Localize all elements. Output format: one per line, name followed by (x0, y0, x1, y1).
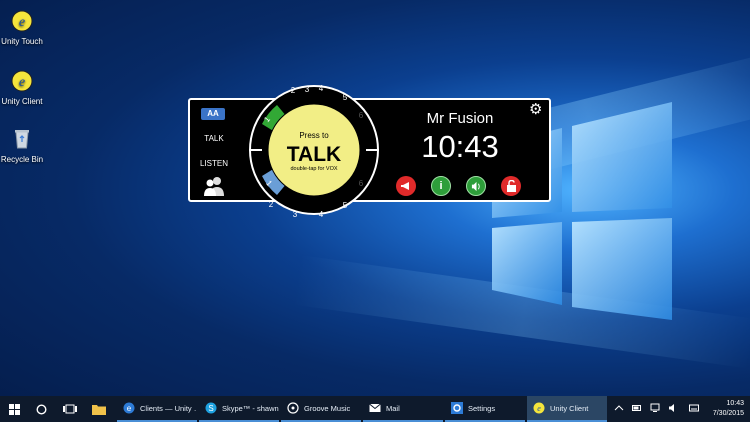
desktop-icon-recycle-bin[interactable]: Recycle Bin (0, 126, 52, 164)
gear-icon[interactable]: ⚙ (529, 102, 545, 118)
taskbar-item-skype[interactable]: S Skype™ - shawn… (199, 396, 279, 422)
widget-left-panel: AA TALK LISTEN (192, 104, 236, 200)
svg-text:e: e (537, 404, 541, 413)
taskbar-clock[interactable]: 10:43 7/30/2015 (713, 399, 744, 419)
vox-hint-label: double-tap for VOX (290, 166, 337, 172)
users-icon[interactable] (202, 176, 226, 196)
unity-client-icon: e (533, 402, 545, 414)
speaker-icon[interactable] (668, 403, 678, 413)
taskbar-clock-date: 7/30/2015 (712, 410, 744, 417)
channel-bottom-2[interactable]: 2 (269, 200, 274, 209)
network-icon[interactable] (650, 403, 660, 413)
taskbar-clock-time: 10:43 (726, 400, 744, 407)
channel-bottom-4[interactable]: 4 (319, 210, 324, 219)
widget-right-panel: Mr Fusion 10:43 ⚙ i (380, 102, 550, 200)
font-size-button[interactable]: AA (201, 108, 225, 120)
task-view-icon[interactable] (63, 404, 77, 414)
svg-text:e: e (127, 404, 132, 413)
font-size-label: AA (207, 109, 219, 118)
megaphone-icon[interactable] (396, 176, 416, 196)
svg-text:e: e (19, 15, 25, 30)
press-to-label: Press to (299, 131, 329, 140)
edge-icon: e (123, 402, 135, 414)
settings-icon (451, 402, 463, 414)
recycle-bin-icon (15, 130, 29, 149)
taskbar-item-label: Unity Client (550, 403, 589, 413)
taskbar-item-label: Groove Music (304, 403, 351, 413)
desktop-icon-label: Unity Touch (1, 37, 43, 46)
channel-bottom-5[interactable]: 5 (343, 201, 348, 210)
mail-icon (369, 403, 381, 412)
battery-icon[interactable] (632, 403, 642, 413)
listen-label[interactable]: LISTEN (192, 159, 236, 168)
taskbar-item-label: Clients — Unity … (140, 403, 197, 413)
channel-bottom-6[interactable]: 6 (359, 179, 364, 188)
desktop-icon-label: Recycle Bin (0, 155, 44, 164)
volume-icon[interactable] (466, 176, 486, 196)
taskbar-item-mail[interactable]: Mail (363, 396, 443, 422)
start-icon[interactable] (9, 404, 20, 415)
file-explorer-icon[interactable] (92, 403, 106, 415)
svg-text:e: e (19, 75, 25, 90)
talk-big-label: TALK (287, 143, 341, 166)
talk-label[interactable]: TALK (192, 134, 236, 143)
unity-touch-icon: e (11, 10, 33, 32)
info-icon[interactable]: i (431, 176, 451, 196)
unlock-icon[interactable] (501, 176, 521, 196)
taskbar-item-label: Skype™ - shawn… (222, 403, 279, 413)
taskbar-item-label: Settings (468, 403, 496, 413)
desktop-icon-unity-touch[interactable]: e Unity Touch (0, 8, 52, 46)
clock-display: 10:43 (421, 129, 499, 164)
taskbar-item-unity-client[interactable]: e Unity Client (527, 396, 607, 422)
desktop-icon-unity-client[interactable]: e Unity Client (0, 68, 52, 106)
channel-top-3-visible[interactable]: 3 (305, 85, 310, 94)
unity-client-icon: e (11, 70, 33, 92)
talk-dial: 1 2 4 5 6 1 2 3 4 5 6 3 3 Press to TALK … (249, 84, 379, 219)
channel-top-5[interactable]: 5 (343, 93, 348, 102)
taskbar-item-edge[interactable]: e Clients — Unity … (117, 396, 197, 422)
taskbar-item-groove[interactable]: Groove Music (281, 396, 361, 422)
taskbar-item-settings[interactable]: Settings (445, 396, 525, 422)
channel-bottom-3[interactable]: 3 (293, 210, 298, 219)
svg-text:S: S (208, 404, 213, 413)
channel-top-6[interactable]: 6 (359, 111, 364, 120)
groove-icon (287, 402, 299, 414)
skype-icon: S (205, 402, 217, 414)
keyboard-icon[interactable] (689, 403, 699, 413)
channel-top-4[interactable]: 4 (319, 84, 324, 93)
channel-top-2[interactable]: 2 (291, 86, 296, 95)
taskbar: e Clients — Unity … S Skype™ - shawn… Gr… (0, 396, 750, 422)
chevron-up-icon[interactable] (614, 403, 624, 413)
search-icon[interactable] (36, 404, 47, 415)
user-name: Mr Fusion (426, 110, 494, 127)
taskbar-item-label: Mail (386, 403, 400, 413)
desktop-icon-label: Unity Client (1, 97, 43, 106)
